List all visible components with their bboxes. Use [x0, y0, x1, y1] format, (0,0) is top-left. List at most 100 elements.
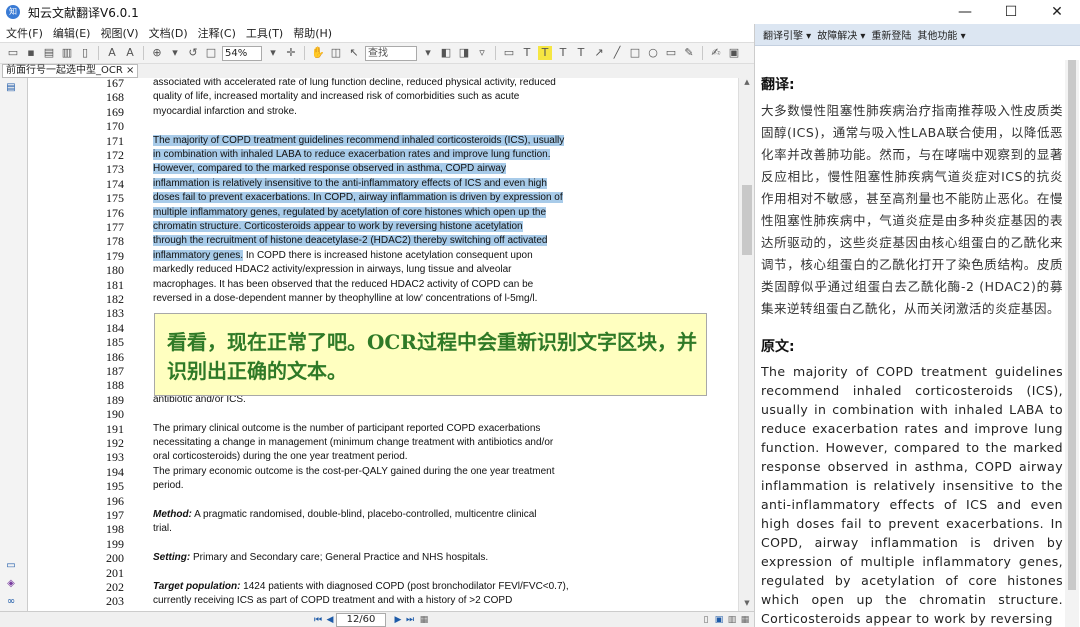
document-line: 172 in combination with inhaled LABA to r… [28, 148, 728, 162]
text-segment: associated with accelerated rate of lung… [153, 78, 556, 88]
zoom-in-icon[interactable]: ⊕ [150, 46, 164, 60]
menu-comment[interactable]: 注释(C) [198, 25, 236, 41]
relogin-button[interactable]: 重新登陆 [871, 27, 911, 42]
document-line: 198 trial. [28, 522, 728, 536]
search-input[interactable]: 查找 [365, 45, 417, 61]
document-line: 167 associated with accelerated rate of l… [28, 78, 728, 90]
zoom-level-field[interactable]: 54% [222, 45, 262, 61]
arrow-annotation-icon[interactable]: ↗ [592, 46, 606, 60]
rectangle-annotation-icon[interactable]: □ [628, 46, 642, 60]
translation-scrollbar[interactable] [1065, 60, 1079, 627]
bookmark-panel-icon[interactable]: ▤ [5, 82, 17, 94]
attachments-panel-icon[interactable]: ◈ [5, 578, 17, 590]
other-functions-menu[interactable]: 其他功能 ▾ [917, 27, 965, 42]
menu-bar: 文件(F) 编辑(E) 视图(V) 文档(D) 注释(C) 工具(T) 帮助(H… [0, 24, 754, 42]
scroll-down-icon[interactable]: ▼ [739, 599, 755, 611]
print-icon[interactable]: ▤ [42, 46, 56, 60]
zoom-dropdown-icon[interactable]: ▾ [266, 46, 280, 60]
ellipse-annotation-icon[interactable]: ○ [646, 46, 660, 60]
next-page-icon[interactable]: ▶ [392, 614, 404, 626]
app-logo-icon: 知云 [6, 5, 20, 30]
highlighted-text: chromatin structure. Corticosteroids app… [153, 221, 523, 232]
text-tool-icon[interactable]: A [105, 46, 119, 60]
underline-icon[interactable]: T [520, 46, 534, 60]
document-line: 200 Setting: Primary and Secondary care; … [28, 551, 728, 565]
line-number: 178 [106, 234, 124, 249]
line-text: oral corticosteroids) during the one yea… [153, 450, 408, 464]
menu-document[interactable]: 文档(D) [149, 25, 188, 41]
menu-file[interactable]: 文件(F) [6, 25, 43, 41]
comments-panel-icon[interactable]: ▭ [5, 560, 17, 572]
line-number: 190 [106, 407, 124, 422]
find-prev-icon[interactable]: ◧ [439, 46, 453, 60]
dropdown-arrow-icon[interactable]: ▾ [168, 46, 182, 60]
line-number: 196 [106, 493, 124, 508]
line-text: necessitating a change in management (mi… [153, 436, 553, 450]
highlight-icon[interactable]: T [538, 46, 552, 60]
rotate-icon[interactable]: ↺ [186, 46, 200, 60]
find-next-icon[interactable]: ◨ [457, 46, 471, 60]
first-page-icon[interactable]: ⏮ [312, 614, 324, 626]
line-number: 173 [106, 162, 124, 177]
menu-edit[interactable]: 编辑(E) [53, 25, 91, 41]
search-dropdown-icon[interactable]: ▾ [421, 46, 435, 60]
line-text: The primary clinical outcome is the numb… [153, 422, 540, 436]
line-number: 193 [106, 450, 124, 465]
sign-icon[interactable]: ✍ [709, 46, 723, 60]
troubleshoot-menu[interactable]: 故障解决 ▾ [817, 27, 865, 42]
document-line: 182 reversed in a dose-dependent manner b… [28, 292, 728, 306]
window-controls: — ☐ ✕ [942, 0, 1080, 24]
continuous-view-icon[interactable]: ▣ [713, 614, 725, 626]
document-icon[interactable]: ▯ [78, 46, 92, 60]
document-scrollbar[interactable]: ▲ ▼ [738, 78, 754, 611]
line-annotation-icon[interactable]: ╱ [610, 46, 624, 60]
open-folder-icon[interactable]: ▭ [6, 46, 20, 60]
tab-close-icon[interactable]: × [126, 65, 134, 76]
export-icon[interactable]: ▥ [60, 46, 74, 60]
menu-tools[interactable]: 工具(T) [246, 25, 283, 41]
maximize-button[interactable]: ☐ [988, 0, 1034, 24]
menu-view[interactable]: 视图(V) [100, 25, 138, 41]
page-layout-icon[interactable]: ▦ [418, 614, 430, 626]
snapshot-icon[interactable]: ◫ [329, 46, 343, 60]
line-number: 203 [106, 594, 124, 609]
squiggly-icon[interactable]: T [574, 46, 588, 60]
filter-icon[interactable]: ▿ [475, 46, 489, 60]
scroll-up-icon[interactable]: ▲ [739, 78, 755, 90]
line-number: 175 [106, 191, 124, 206]
hand-tool-icon[interactable]: ✋ [311, 46, 325, 60]
two-page-continuous-icon[interactable]: ▦ [739, 614, 751, 626]
text-select-icon[interactable]: A [123, 46, 137, 60]
page-number-field[interactable]: 12/60 [336, 613, 386, 627]
save-icon[interactable]: ▪ [24, 46, 38, 60]
line-text: Setting: Primary and Secondary care; Gen… [153, 551, 488, 565]
crosshair-icon[interactable]: ✛ [284, 46, 298, 60]
translation-engine-menu[interactable]: 翻译引擎 ▾ [763, 27, 811, 42]
minimize-button[interactable]: — [942, 0, 988, 24]
document-line: 190 [28, 407, 728, 421]
strikethrough-icon[interactable]: T [556, 46, 570, 60]
menu-help[interactable]: 帮助(H) [293, 25, 332, 41]
pen-annotation-icon[interactable]: ✎ [682, 46, 696, 60]
document-line: 196 [28, 494, 728, 508]
line-number: 194 [106, 464, 124, 479]
document-line: 201 [28, 566, 728, 580]
last-page-icon[interactable]: ⏭ [404, 614, 416, 626]
translation-scrollbar-thumb[interactable] [1068, 60, 1076, 590]
close-window-button[interactable]: ✕ [1034, 0, 1080, 24]
links-panel-icon[interactable]: ∞ [5, 596, 17, 608]
scrollbar-thumb[interactable] [742, 185, 752, 255]
document-line: 192 necessitating a change in management … [28, 436, 728, 450]
comment-icon[interactable]: ▭ [502, 46, 516, 60]
prev-page-icon[interactable]: ◀ [324, 614, 336, 626]
tab-document[interactable]: 前面行号一起选中型_OCR × [2, 64, 139, 78]
text-segment: currently receiving ICS as part of COPD … [153, 595, 513, 607]
two-page-view-icon[interactable]: ▥ [726, 614, 738, 626]
select-tool-icon[interactable]: ↖ [347, 46, 361, 60]
text-segment: oral corticosteroids) during the one yea… [153, 451, 408, 463]
stamp-icon[interactable]: ▣ [727, 46, 741, 60]
text-segment: The primary clinical outcome is the numb… [153, 422, 541, 434]
cloud-annotation-icon[interactable]: ▭ [664, 46, 678, 60]
single-page-view-icon[interactable]: ▯ [700, 614, 712, 626]
fit-page-icon[interactable]: □ [204, 46, 218, 60]
